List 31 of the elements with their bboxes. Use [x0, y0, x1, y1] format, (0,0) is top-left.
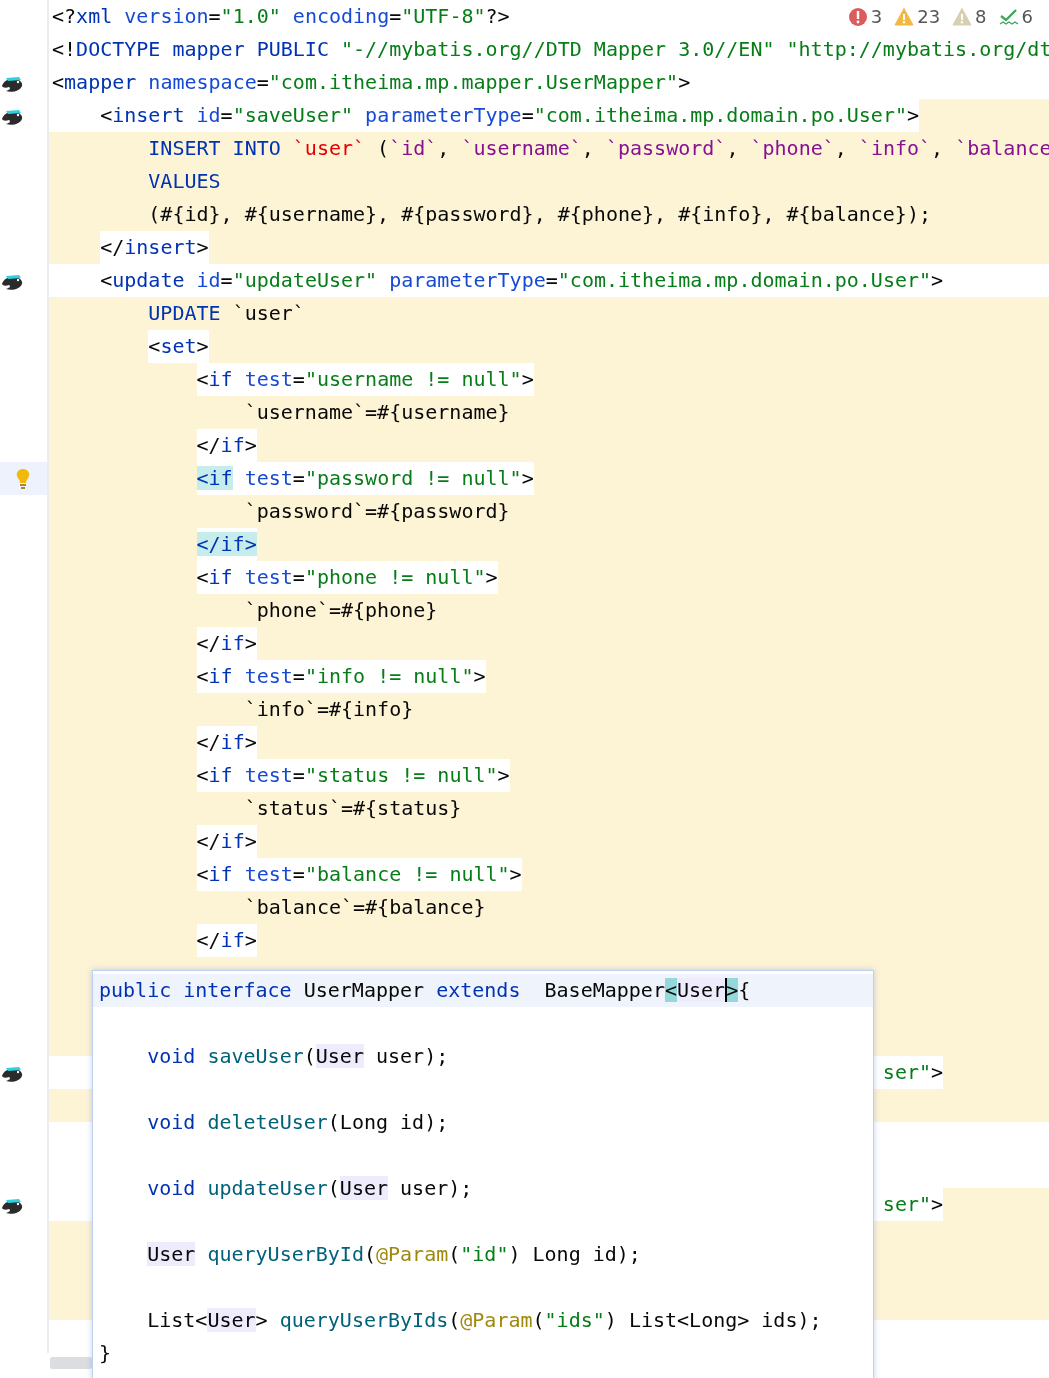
code-line: public interface UserMapper extends BaseMapper<User>{ — [99, 977, 751, 1004]
inspection-count: 23 — [917, 6, 941, 27]
code-line: `password`=#{password} — [244, 498, 510, 525]
scrollbar[interactable] — [50, 1357, 92, 1369]
code-line: `username`=#{username} — [244, 399, 510, 426]
inspection-count: 8 — [975, 6, 987, 27]
code-line: VALUES — [148, 168, 221, 195]
code-line: ser"> — [882, 1191, 944, 1218]
code-line: `phone`=#{phone} — [244, 597, 438, 624]
lightbulb-icon[interactable] — [15, 466, 31, 491]
code-line: `balance`=#{balance} — [244, 894, 486, 921]
code-line: <insert id="saveUser" parameterType="com.itheima.mp.domain.po.User"> — [100, 102, 920, 129]
code-line: `status`=#{status} — [244, 795, 462, 822]
code-line: UPDATE `user` — [148, 300, 305, 327]
inspection-count: 6 — [1021, 6, 1033, 27]
code-line: void updateUser(User user); — [147, 1175, 473, 1202]
code-line: List<User> queryUserByIds(@Param("ids") List<Long> ids); — [147, 1307, 822, 1334]
code-line: void deleteUser(Long id); — [147, 1109, 449, 1136]
code-line: void saveUser(User user); — [147, 1043, 449, 1070]
code-line: ser"> — [882, 1059, 944, 1086]
code-line: `info`=#{info} — [244, 696, 414, 723]
code-line: } — [99, 1340, 112, 1367]
error-icon[interactable] — [847, 6, 868, 27]
check-icon[interactable] — [998, 6, 1019, 27]
code-line: <?xml version="1.0" encoding="UTF-8"?> — [52, 3, 510, 30]
code-line: <!DOCTYPE mapper PUBLIC "-//mybatis.org//DTD Mapper 3.0//EN" "http://mybatis.org/dt — [52, 36, 1049, 63]
code-line: (#{id}, #{username}, #{password}, #{phone}, #{info}, #{balance}); — [148, 201, 931, 228]
inspection-count: 3 — [870, 6, 883, 27]
code-line: <mapper namespace="com.itheima.mp.mapper.UserMapper"> — [52, 69, 691, 96]
code-line: User queryUserById(@Param("id") Long id); — [147, 1241, 641, 1268]
code-line: <update id="updateUser" parameterType="com.itheima.mp.domain.po.User"> — [100, 267, 944, 294]
